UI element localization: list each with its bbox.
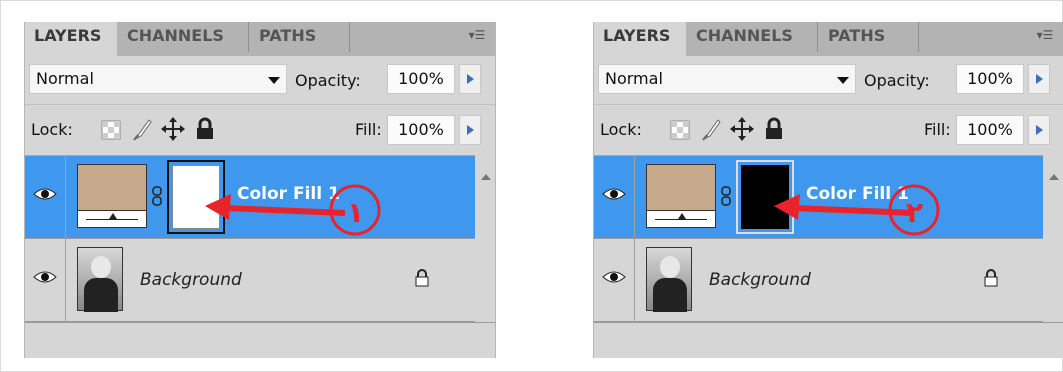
visibility-toggle[interactable] xyxy=(25,239,66,321)
fill-label: Fill: xyxy=(924,120,951,139)
opacity-label: Opacity: xyxy=(864,71,930,90)
background-thumbnail[interactable] xyxy=(77,247,123,312)
layer-name[interactable]: Background xyxy=(140,270,242,290)
fill-icon-bar xyxy=(78,210,146,227)
opacity-input[interactable]: 100% xyxy=(387,64,455,94)
scroll-up-icon[interactable] xyxy=(481,174,491,180)
move-icon[interactable] xyxy=(161,117,185,141)
tab-paths[interactable]: PATHS xyxy=(250,22,350,52)
fill-label: Fill: xyxy=(355,120,382,139)
chain-link-icon[interactable] xyxy=(721,186,731,206)
layer-row-color-fill[interactable]: Color Fill 1 ٢ xyxy=(594,156,1063,239)
panel-empty-area xyxy=(25,322,495,358)
annotation-arrow xyxy=(774,184,940,236)
eye-icon xyxy=(33,271,57,283)
tab-layers[interactable]: LAYERS xyxy=(594,22,686,56)
scroll-up-icon[interactable] xyxy=(1049,174,1059,180)
layer-row-background[interactable]: Background xyxy=(25,239,495,322)
panel-menu-icon[interactable]: ▾☰ xyxy=(1035,26,1055,44)
blend-row: Normal Opacity: 100% xyxy=(594,56,1063,102)
lock-icon[interactable] xyxy=(764,117,784,141)
layers-panel-2: LAYERS CHANNELS PATHS ▾☰ Normal Opacity:… xyxy=(593,22,1063,358)
eye-icon xyxy=(33,188,57,200)
panel-tab-bar: LAYERS CHANNELS PATHS ▾☰ xyxy=(25,22,495,56)
chevron-down-icon xyxy=(837,77,849,84)
lock-icon xyxy=(415,269,429,287)
tab-layers[interactable]: LAYERS xyxy=(25,22,117,56)
fill-swatch-thumbnail[interactable] xyxy=(77,164,147,228)
lock-transparent-icon[interactable] xyxy=(670,120,690,140)
background-thumbnail[interactable] xyxy=(646,247,692,312)
opacity-slider-button[interactable] xyxy=(1028,64,1050,94)
lock-row: Lock: Fill: 100% xyxy=(25,104,495,156)
lock-icon[interactable] xyxy=(195,117,215,141)
annotation-number: ١ xyxy=(347,196,365,229)
lock-row: Lock: Fill: 100% xyxy=(594,104,1063,156)
layer-name[interactable]: Background xyxy=(709,270,811,290)
annotation-number: ٢ xyxy=(906,196,924,229)
layer-row-color-fill[interactable]: Color Fill 1 ١ xyxy=(25,156,495,239)
fill-input[interactable]: 100% xyxy=(956,115,1024,145)
blend-mode-select[interactable]: Normal xyxy=(598,64,856,94)
lock-transparent-icon[interactable] xyxy=(101,120,121,140)
lock-icon xyxy=(984,269,998,287)
lock-label: Lock: xyxy=(600,120,642,139)
fill-icon-bar xyxy=(647,210,715,227)
panel-menu-icon[interactable]: ▾☰ xyxy=(467,26,487,44)
layers-panel-1: LAYERS CHANNELS PATHS ▾☰ Normal Opacity:… xyxy=(24,22,496,358)
blend-mode-select[interactable]: Normal xyxy=(29,64,287,94)
blend-mode-value: Normal xyxy=(36,69,94,88)
opacity-slider-button[interactable] xyxy=(459,64,481,94)
panel-tab-bar: LAYERS CHANNELS PATHS ▾☰ xyxy=(594,22,1063,56)
tab-channels[interactable]: CHANNELS xyxy=(687,22,818,52)
fill-slider-button[interactable] xyxy=(1028,115,1050,145)
opacity-input[interactable]: 100% xyxy=(956,64,1024,94)
lock-label: Lock: xyxy=(31,120,73,139)
tab-paths[interactable]: PATHS xyxy=(819,22,919,52)
panel-empty-area xyxy=(594,322,1063,358)
visibility-toggle[interactable] xyxy=(594,239,635,321)
chevron-down-icon xyxy=(268,77,280,84)
visibility-toggle[interactable] xyxy=(594,156,635,238)
eye-icon xyxy=(602,188,626,200)
visibility-toggle[interactable] xyxy=(25,156,66,238)
fill-slider-button[interactable] xyxy=(459,115,481,145)
chain-link-icon[interactable] xyxy=(152,186,162,206)
eye-icon xyxy=(602,271,626,283)
brush-icon[interactable] xyxy=(700,118,722,142)
tab-channels[interactable]: CHANNELS xyxy=(118,22,249,52)
fill-swatch-thumbnail[interactable] xyxy=(646,164,716,228)
move-icon[interactable] xyxy=(730,117,754,141)
fill-input[interactable]: 100% xyxy=(387,115,455,145)
opacity-label: Opacity: xyxy=(295,71,361,90)
brush-icon[interactable] xyxy=(131,118,153,142)
blend-row: Normal Opacity: 100% xyxy=(25,56,495,102)
blend-mode-value: Normal xyxy=(605,69,663,88)
layer-row-background[interactable]: Background xyxy=(594,239,1063,322)
